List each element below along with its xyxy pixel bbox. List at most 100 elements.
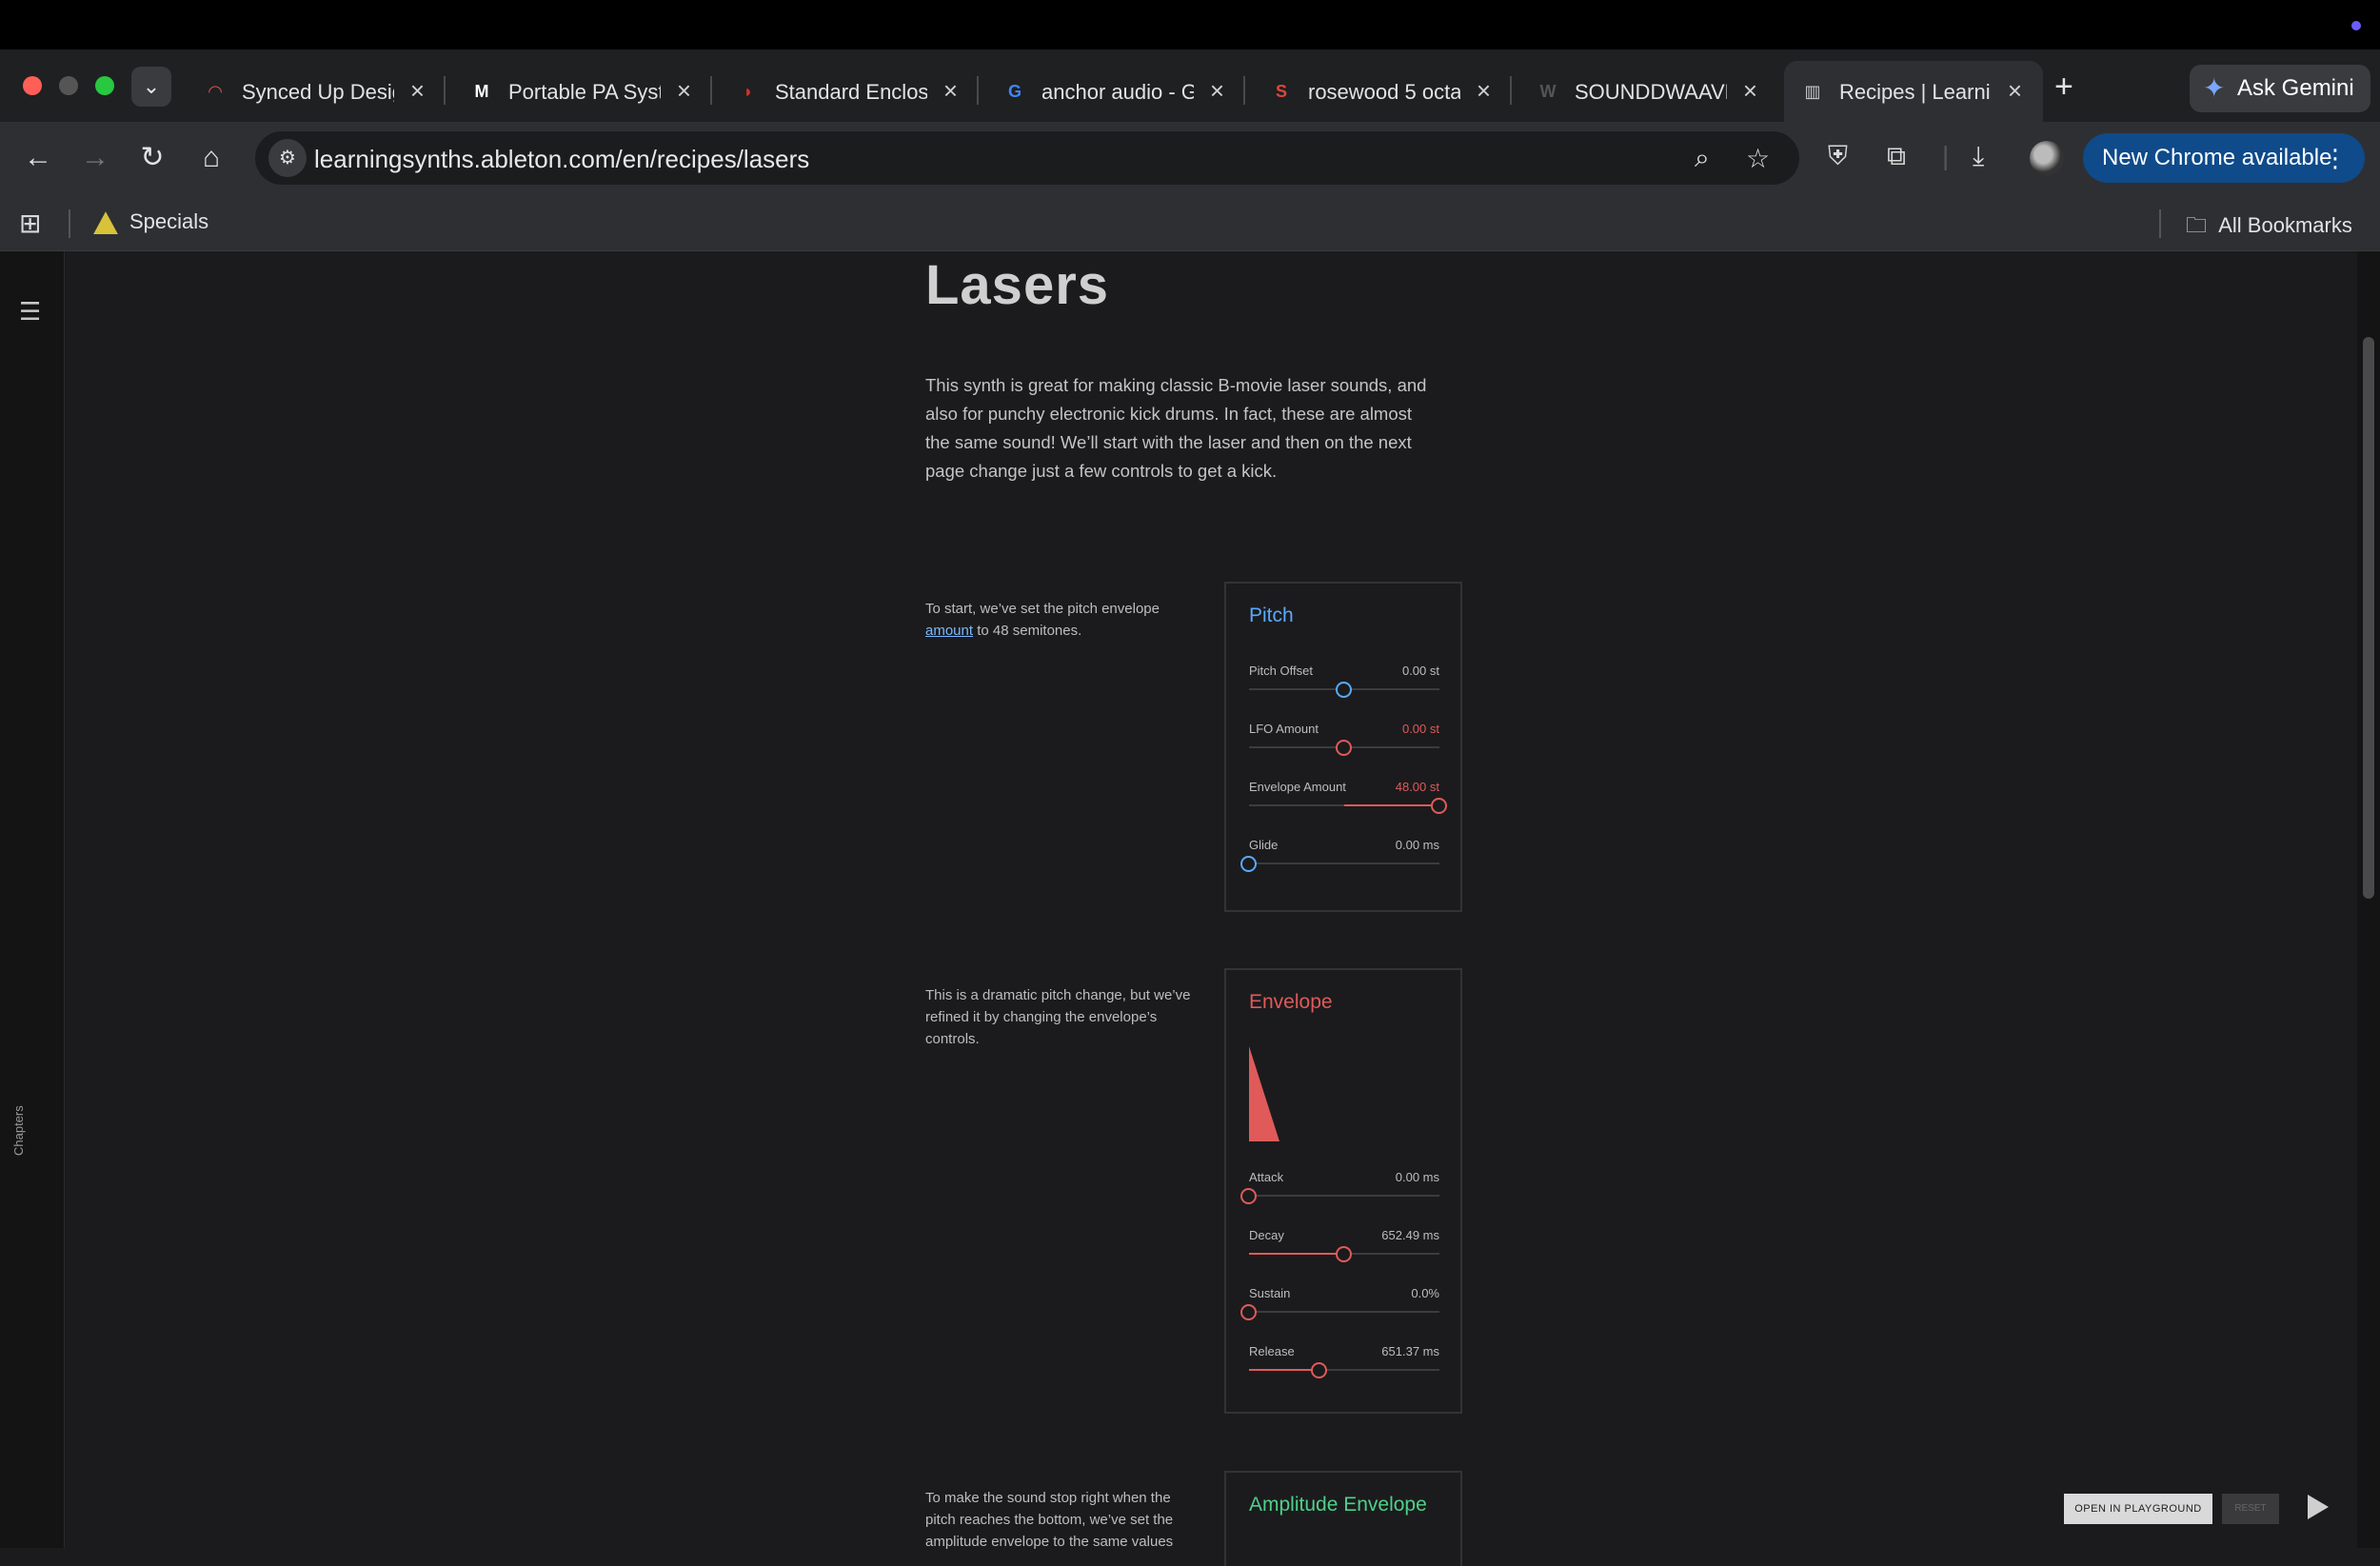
update-chrome-label: New Chrome available [2102, 145, 2332, 170]
param-value: 0.00 st [1401, 664, 1439, 678]
url-text[interactable]: learningsynths.ableton.com/en/recipes/la… [314, 145, 809, 174]
chapters-label[interactable]: Chapters [11, 1105, 26, 1156]
os-menu-bar [0, 0, 2380, 50]
reset-button[interactable]: RESET [2222, 1494, 2279, 1524]
chapters-sidebar: ☰ Chapters [0, 251, 65, 1548]
slider-fill [1249, 1369, 1319, 1371]
param-name: Decay [1249, 1228, 1284, 1242]
bookmark-star-icon[interactable]: ☆ [1746, 143, 1770, 174]
slider-knob[interactable] [1311, 1362, 1327, 1378]
amplitude-panel-title: Amplitude Envelope [1249, 1494, 1427, 1516]
param-slider[interactable]: Glide 0.00 ms [1240, 838, 1439, 885]
browser-toolbar: ← → ↻ ⌂ ⚙ learningsynths.ableton.com/en/… [0, 122, 2380, 194]
profile-avatar[interactable] [2030, 141, 2064, 175]
param-value: 48.00 st [1395, 780, 1439, 794]
kebab-menu-icon[interactable]: ⋮ [2323, 133, 2348, 183]
enclosure-favicon-icon: ◗ [743, 82, 754, 101]
tab-close-icon[interactable]: × [1477, 76, 1491, 106]
slider-track[interactable] [1249, 1311, 1439, 1313]
tab-label: rosewood 5 octa [1308, 80, 1460, 104]
site-info-icon[interactable]: ⚙ [268, 139, 307, 177]
param-name: LFO Amount [1249, 722, 1319, 736]
home-button[interactable]: ⌂ [190, 137, 232, 179]
tab-strip: ⌄ ◠ Synced Up Desig × M Portable PA Syst × ◗ St… [0, 50, 2380, 122]
update-chrome-button[interactable]: New Chrome available ⋮ [2083, 133, 2365, 183]
ask-gemini-button[interactable]: ✦ Ask Gemini [2190, 65, 2370, 112]
window-maximize-button[interactable] [95, 76, 114, 95]
slider-knob[interactable] [1240, 1188, 1257, 1204]
browser-tab[interactable]: ▥ Recipes | Learnin × [1784, 61, 2043, 122]
slider-knob[interactable] [1240, 1304, 1257, 1320]
slider-knob[interactable] [1336, 1246, 1352, 1262]
ask-gemini-label: Ask Gemini [2237, 75, 2354, 101]
slider-knob[interactable] [1240, 856, 1257, 872]
bookmark-specials-label: Specials [129, 209, 209, 233]
amount-link[interactable]: amount [925, 623, 973, 639]
param-name: Glide [1249, 838, 1279, 852]
s-favicon-icon: S [1275, 82, 1287, 101]
zoom-icon[interactable]: ⌕ [1695, 143, 1710, 174]
slider-knob[interactable] [1336, 740, 1352, 756]
param-name: Pitch Offset [1249, 664, 1313, 678]
envelope-note: This is a dramatic pitch change, but we’… [925, 987, 1191, 1047]
tab-search-button[interactable]: ⌄ [131, 67, 171, 107]
envelope-panel-title: Envelope [1249, 991, 1333, 1013]
slider-track[interactable] [1249, 1195, 1439, 1197]
tab-close-icon[interactable]: × [410, 76, 425, 106]
apps-grid-icon[interactable]: ⊞ [19, 208, 41, 239]
download-icon[interactable]: ⤓ [1973, 141, 1984, 172]
param-value: 0.00 st [1401, 722, 1439, 736]
all-bookmarks-label: All Bookmarks [2218, 213, 2352, 237]
address-bar[interactable]: ⚙ learningsynths.ableton.com/en/recipes/… [255, 131, 1799, 185]
browser-tab[interactable]: Ganchor audio - G × [986, 61, 1245, 122]
new-tab-button[interactable]: + [2054, 69, 2073, 106]
tab-label: SOUNDDWAAVE [1575, 80, 1727, 104]
param-slider[interactable]: LFO Amount 0.00 st [1249, 722, 1439, 769]
browser-tab[interactable]: ◗ Standard Enclos × [720, 61, 979, 122]
param-slider[interactable]: Release 651.37 ms [1249, 1344, 1439, 1392]
envelope-shape-graph [1249, 1046, 1279, 1141]
shield-extension-icon[interactable]: ⛨ [1828, 141, 1848, 172]
chapters-menu-icon[interactable]: ☰ [19, 297, 41, 327]
param-value: 651.37 ms [1381, 1344, 1439, 1358]
arrow-right-icon: → [81, 142, 109, 173]
param-slider[interactable]: Decay 652.49 ms [1249, 1228, 1439, 1276]
slider-knob[interactable] [1336, 682, 1352, 698]
scrollbar[interactable] [2357, 251, 2380, 1548]
slider-knob[interactable] [1431, 798, 1447, 814]
window-minimize-button[interactable] [59, 76, 78, 95]
window-close-button[interactable] [23, 76, 42, 95]
browser-tab[interactable]: W SOUNDDWAAVE × [1519, 61, 1778, 122]
bookmark-specials[interactable]: Specials [93, 209, 209, 235]
bookmark-divider [69, 209, 70, 238]
pitch-note: To start, we’ve set the pitch envelope a… [925, 598, 1201, 642]
all-bookmarks-button[interactable]: 🗀 All Bookmarks [2186, 209, 2352, 246]
tab-close-icon[interactable]: × [1210, 76, 1224, 106]
browser-tab[interactable]: M Portable PA Syst × [453, 61, 712, 122]
folder-icon: 🗀 [2186, 213, 2208, 237]
tab-close-icon[interactable]: × [2008, 76, 2022, 106]
back-button[interactable]: ← [17, 137, 59, 179]
tab-close-icon[interactable]: × [943, 76, 958, 106]
reload-button[interactable]: ↻ [131, 137, 173, 179]
synced-up-favicon-icon: ◠ [208, 82, 222, 101]
param-slider[interactable]: Sustain 0.0% [1240, 1286, 1439, 1334]
browser-tab[interactable]: Srosewood 5 octa × [1253, 61, 1512, 122]
pitch-note-pre: To start, we’ve set the pitch envelope [925, 601, 1160, 617]
tab-close-icon[interactable]: × [1743, 76, 1757, 106]
open-in-playground-button[interactable]: OPEN IN PLAYGROUND [2064, 1494, 2212, 1524]
param-slider[interactable]: Envelope Amount 48.00 st [1249, 780, 1447, 827]
tab-close-icon[interactable]: × [677, 76, 691, 106]
tab-label: Portable PA Syst [508, 80, 661, 104]
browser-tab[interactable]: ◠ Synced Up Desig × [187, 61, 446, 122]
ableton-favicon-icon: ▥ [1804, 82, 1821, 101]
slider-fill [1249, 1253, 1344, 1255]
param-value: 0.0% [1411, 1286, 1439, 1300]
extensions-puzzle-icon[interactable]: ⧉ [1887, 141, 1906, 172]
play-icon[interactable] [2308, 1495, 2329, 1519]
forward-button[interactable]: → [74, 137, 116, 179]
param-slider[interactable]: Attack 0.00 ms [1240, 1170, 1439, 1218]
param-slider[interactable]: Pitch Offset 0.00 st [1249, 664, 1439, 711]
slider-track[interactable] [1249, 862, 1439, 864]
scrollbar-thumb[interactable] [2363, 337, 2374, 899]
